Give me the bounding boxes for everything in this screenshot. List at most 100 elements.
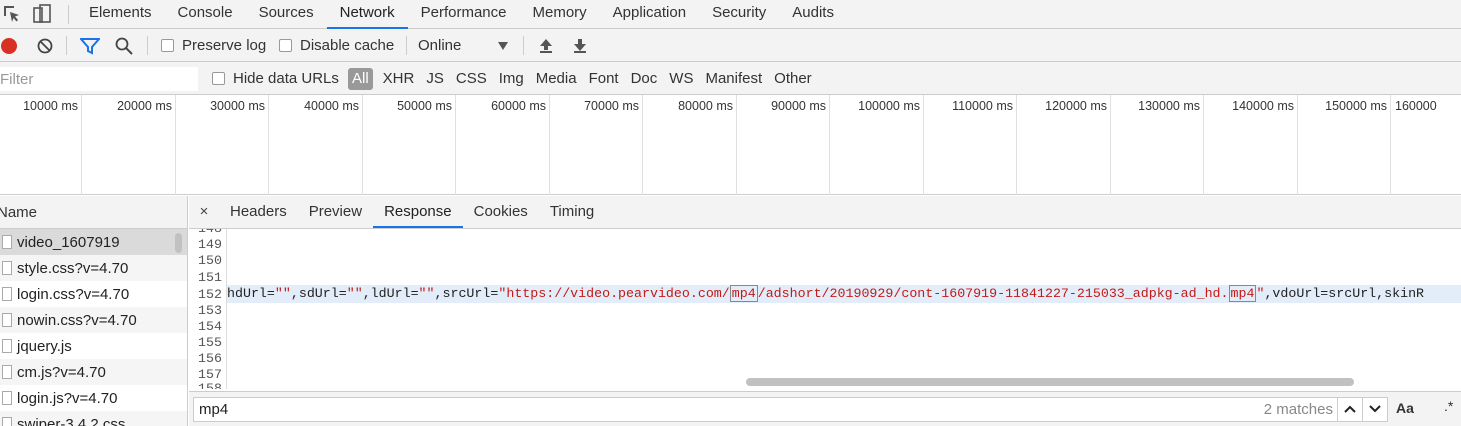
request-row[interactable]: video_1607919 xyxy=(0,229,187,255)
inspect-element-icon[interactable] xyxy=(2,4,22,24)
request-rows: video_1607919 style.css?v=4.70 login.css… xyxy=(0,229,187,426)
timeline-tick: 160000 xyxy=(1391,95,1461,195)
tab-security[interactable]: Security xyxy=(699,0,779,29)
clear-icon xyxy=(37,38,53,53)
line-number: 150 xyxy=(198,253,222,268)
tab-timing[interactable]: Timing xyxy=(539,196,605,228)
import-har-button[interactable] xyxy=(538,29,554,62)
type-filter-xhr[interactable]: XHR xyxy=(377,68,421,90)
clear-button[interactable] xyxy=(36,29,54,62)
tab-preview[interactable]: Preview xyxy=(298,196,373,228)
record-button[interactable] xyxy=(0,29,18,62)
previous-match-button[interactable] xyxy=(1337,398,1362,421)
timeline-overview[interactable]: 10000 ms 20000 ms 30000 ms 40000 ms 5000… xyxy=(0,95,1461,195)
name-column-header[interactable]: Name xyxy=(0,196,187,229)
timeline-tick: 50000 ms xyxy=(363,95,456,195)
devtools-tab-bar: Elements Console Sources Network Perform… xyxy=(0,0,1461,29)
throttle-value: Online xyxy=(418,37,462,54)
timeline-tick-label: 130000 ms xyxy=(1138,99,1200,113)
timeline-tick: 40000 ms xyxy=(269,95,363,195)
tab-audits[interactable]: Audits xyxy=(779,0,847,29)
filter-input[interactable] xyxy=(0,67,198,91)
timeline-tick-label: 150000 ms xyxy=(1325,99,1387,113)
preserve-log-label: Preserve log xyxy=(182,37,267,54)
type-filter-all[interactable]: All xyxy=(348,68,373,90)
hide-data-urls-check-icon[interactable] xyxy=(212,72,225,85)
request-row[interactable]: jquery.js xyxy=(0,333,187,359)
response-viewer[interactable]: 148 149 150 151 152 153 154 155 156 157 … xyxy=(189,229,1461,389)
request-row[interactable]: login.css?v=4.70 xyxy=(0,281,187,307)
type-filter-doc[interactable]: Doc xyxy=(625,68,664,90)
type-filter-img[interactable]: Img xyxy=(493,68,530,90)
line-number: 154 xyxy=(198,319,222,334)
request-row[interactable]: login.js?v=4.70 xyxy=(0,385,187,411)
type-filter-manifest[interactable]: Manifest xyxy=(699,68,768,90)
next-match-button[interactable] xyxy=(1362,398,1387,421)
code-token: ,sdUrl= xyxy=(290,286,347,301)
request-row[interactable]: nowin.css?v=4.70 xyxy=(0,307,187,333)
disable-cache-checkbox[interactable]: Disable cache xyxy=(279,29,394,62)
tab-cookies[interactable]: Cookies xyxy=(463,196,539,228)
disable-cache-check-icon[interactable] xyxy=(279,39,292,52)
line-number: 155 xyxy=(198,335,222,350)
export-har-button[interactable] xyxy=(572,29,588,62)
code-string: "https://video.pearvideo.com/ xyxy=(498,286,730,301)
tab-memory[interactable]: Memory xyxy=(520,0,600,29)
tab-headers[interactable]: Headers xyxy=(219,196,298,228)
code-string: /adshort/20190929/cont-1607919-11841227-… xyxy=(757,286,1229,301)
tab-application[interactable]: Application xyxy=(600,0,699,29)
toolbar-separator xyxy=(523,36,524,55)
timeline-tick: 90000 ms xyxy=(737,95,830,195)
preserve-log-checkbox[interactable]: Preserve log xyxy=(161,29,266,62)
request-name: jquery.js xyxy=(17,337,72,355)
preserve-log-check-icon[interactable] xyxy=(161,39,174,52)
request-name: cm.js?v=4.70 xyxy=(17,363,106,381)
tab-network[interactable]: Network xyxy=(326,0,408,29)
document-icon xyxy=(2,261,12,275)
request-row[interactable]: cm.js?v=4.70 xyxy=(0,359,187,385)
filter-button[interactable] xyxy=(80,29,100,62)
request-row[interactable]: style.css?v=4.70 xyxy=(0,255,187,281)
request-row[interactable]: swiper-3.4.2.css xyxy=(0,411,187,426)
request-list-scrollbar[interactable] xyxy=(175,233,182,253)
timeline-tick-label: 120000 ms xyxy=(1045,99,1107,113)
type-filter-other[interactable]: Other xyxy=(768,68,818,90)
close-detail-button[interactable]: × xyxy=(189,196,219,228)
document-icon xyxy=(2,417,12,426)
search-match-highlight: mp4 xyxy=(1228,285,1257,302)
type-filter-ws[interactable]: WS xyxy=(663,68,699,90)
search-input[interactable]: mp4 2 matches xyxy=(193,397,1388,422)
upload-icon xyxy=(540,38,552,53)
dropdown-arrow-icon xyxy=(498,42,508,50)
timeline-tick: 140000 ms xyxy=(1204,95,1298,195)
type-filter-media[interactable]: Media xyxy=(530,68,583,90)
type-filter-css[interactable]: CSS xyxy=(450,68,493,90)
timeline-tick: 110000 ms xyxy=(924,95,1017,195)
timeline-tick-label: 20000 ms xyxy=(117,99,172,113)
code-line-highlighted: hdUrl="",sdUrl="",ldUrl="",srcUrl="https… xyxy=(227,285,1461,303)
type-filter-font[interactable]: Font xyxy=(583,68,625,90)
request-name: login.css?v=4.70 xyxy=(17,285,130,303)
search-button[interactable] xyxy=(115,29,133,62)
throttle-select[interactable]: Online xyxy=(418,29,510,62)
hide-data-urls-checkbox[interactable]: Hide data URLs xyxy=(212,62,339,95)
type-filter-js[interactable]: JS xyxy=(420,68,450,90)
tab-elements[interactable]: Elements xyxy=(76,0,165,29)
tab-sources[interactable]: Sources xyxy=(246,0,327,29)
timeline-tick-label: 60000 ms xyxy=(491,99,546,113)
timeline-tick-label: 160000 xyxy=(1395,99,1437,113)
document-icon xyxy=(2,313,12,327)
hide-data-urls-label: Hide data URLs xyxy=(233,70,339,87)
toolbar-separator xyxy=(147,36,148,55)
request-name: style.css?v=4.70 xyxy=(17,259,129,277)
horizontal-scrollbar[interactable] xyxy=(746,378,1354,386)
device-toolbar-icon[interactable] xyxy=(32,4,52,24)
match-case-button[interactable]: Aa xyxy=(1396,400,1414,416)
tab-response[interactable]: Response xyxy=(373,196,463,228)
tab-console[interactable]: Console xyxy=(165,0,246,29)
tab-performance[interactable]: Performance xyxy=(408,0,520,29)
timeline-tick-label: 40000 ms xyxy=(304,99,359,113)
search-match-count: 2 matches xyxy=(1263,401,1333,418)
timeline-tick-label: 90000 ms xyxy=(771,99,826,113)
regex-button[interactable]: .* xyxy=(1444,398,1453,414)
